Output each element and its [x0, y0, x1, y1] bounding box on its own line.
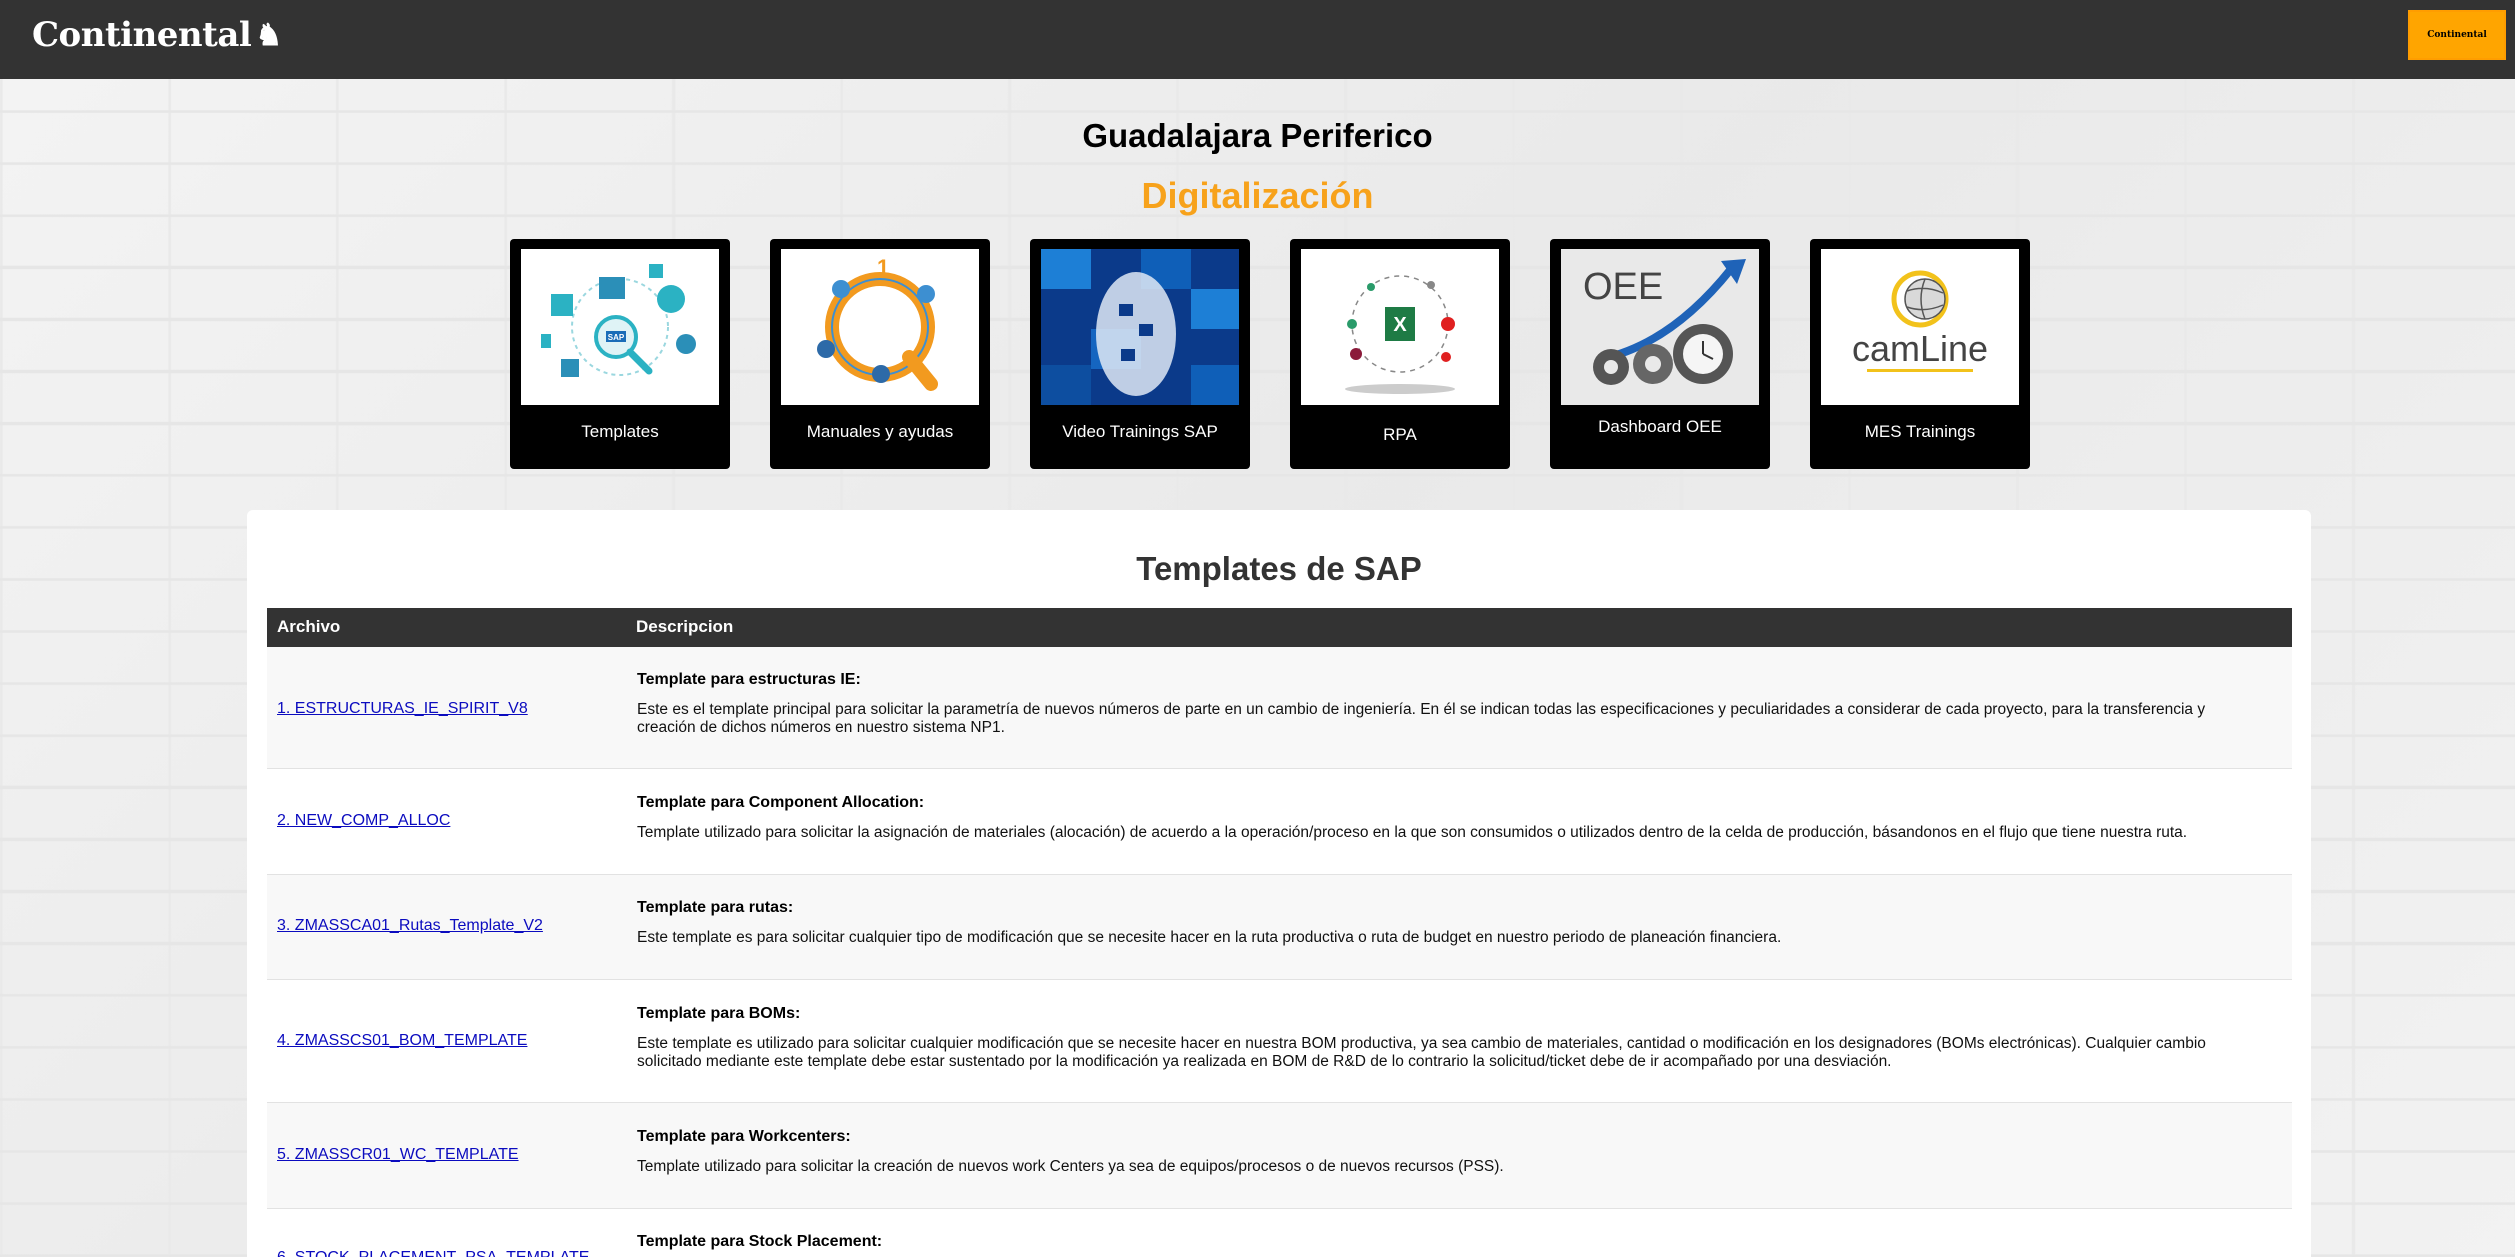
file-link[interactable]: 1. ESTRUCTURAS_IE_SPIRIT_V8 [277, 700, 528, 718]
table-row: 1. ESTRUCTURAS_IE_SPIRIT_V8 Template par… [267, 647, 2292, 769]
row-description: Template para rutas: Este template es pa… [637, 899, 2267, 947]
templates-image: SAP [521, 249, 719, 405]
row-description-title: Template para BOMs: [637, 1005, 801, 1022]
site-title: Guadalajara Periferico [1082, 117, 1433, 154]
table-row: 4. ZMASSCS01_BOM_TEMPLATE Template para … [267, 980, 2292, 1103]
mes-trainings-image: camLine [1821, 249, 2019, 405]
table-row: 5. ZMASSCR01_WC_TEMPLATE Template para W… [267, 1103, 2292, 1209]
file-link[interactable]: 5. ZMASSCR01_WC_TEMPLATE [277, 1146, 519, 1164]
tile-rpa[interactable]: X RPA [1290, 239, 1510, 469]
brand-name: Continental [32, 15, 252, 55]
row-description-text: Este template es utilizado para solicita… [637, 1035, 2206, 1070]
table-row: 2. NEW_COMP_ALLOC Template para Componen… [267, 769, 2292, 875]
row-description-text: Template utilizado para solicitar la asi… [637, 824, 2188, 841]
svg-text:X: X [1393, 314, 1407, 336]
top-bar: Continental ♞ Continental [0, 0, 2515, 79]
tile-label: Dashboard OEE [1598, 417, 1722, 436]
table-row: 6. STOCK_PLACEMENT_PSA_TEMPLATE Template… [267, 1209, 2292, 1257]
table-row: 3. ZMASSCA01_Rutas_Template_V2 Template … [267, 875, 2292, 980]
video-trainings-image [1041, 249, 1239, 405]
tile-label: Manuales y ayudas [806, 422, 954, 441]
column-header-archivo: Archivo [277, 617, 341, 636]
file-link[interactable]: 2. NEW_COMP_ALLOC [277, 812, 450, 830]
row-description: Template para Workcenters: Template util… [637, 1128, 2267, 1176]
tile-mes-trainings[interactable]: camLine MES Trainings [1810, 239, 2030, 469]
file-link[interactable]: 4. ZMASSCS01_BOM_TEMPLATE [277, 1032, 527, 1050]
svg-text:OEE: OEE [1583, 266, 1663, 308]
row-description: Template para Stock Placement: [637, 1233, 2267, 1257]
continental-badge[interactable]: Continental [2408, 10, 2506, 60]
tile-manuales[interactable]: 1 Manuales y ayudas [770, 239, 990, 469]
tile-video-trainings[interactable]: Video Trainings SAP [1030, 239, 1250, 469]
row-description-title: Template para estructuras IE: [637, 671, 861, 688]
row-description-title: Template para Component Allocation: [637, 794, 925, 811]
panel-title: Templates de SAP [1136, 550, 1422, 587]
badge-label: Continental [2427, 30, 2487, 40]
rpa-image: X [1301, 249, 1499, 405]
row-description-title: Template para rutas: [637, 899, 794, 916]
svg-text:SAP: SAP [608, 333, 625, 342]
row-description: Template para Component Allocation: Temp… [637, 794, 2267, 842]
table-header: Archivo Descripcion [267, 608, 2292, 647]
row-description: Template para BOMs: Este template es uti… [637, 1005, 2267, 1071]
tile-label: RPA [1383, 425, 1417, 444]
file-link[interactable]: 6. STOCK_PLACEMENT_PSA_TEMPLATE [277, 1249, 589, 1257]
row-description: Template para estructuras IE: Este es el… [637, 671, 2267, 737]
tile-label: Templates [581, 422, 659, 441]
svg-text:1: 1 [877, 255, 889, 280]
row-description-title: Template para Stock Placement: [637, 1233, 883, 1250]
svg-text:camLine: camLine [1852, 328, 1988, 369]
column-header-descripcion: Descripcion [636, 617, 734, 636]
row-description-title: Template para Workcenters: [637, 1128, 851, 1145]
continental-logo[interactable]: Continental ♞ [32, 14, 282, 56]
site-subtitle: Digitalización [1141, 175, 1374, 216]
tile-label: MES Trainings [1864, 422, 1976, 441]
horse-icon: ♞ [255, 17, 282, 53]
dashboard-oee-image: OEE [1561, 249, 1759, 405]
manuales-image: 1 [781, 249, 979, 405]
tile-templates[interactable]: SAP Templates [510, 239, 730, 469]
templates-panel: Templates de SAP Archivo Descripcion 1. … [247, 510, 2311, 1257]
tile-dashboard-oee[interactable]: OEE Dashboard OEE [1550, 239, 1770, 469]
row-description-text: Template utilizado para solicitar la cre… [637, 1158, 1504, 1175]
tile-label: Video Trainings SAP [1062, 422, 1218, 441]
row-description-text: Este template es para solicitar cualquie… [637, 929, 1782, 946]
row-description-text: Este es el template principal para solic… [637, 701, 2206, 736]
file-link[interactable]: 3. ZMASSCA01_Rutas_Template_V2 [277, 917, 543, 935]
